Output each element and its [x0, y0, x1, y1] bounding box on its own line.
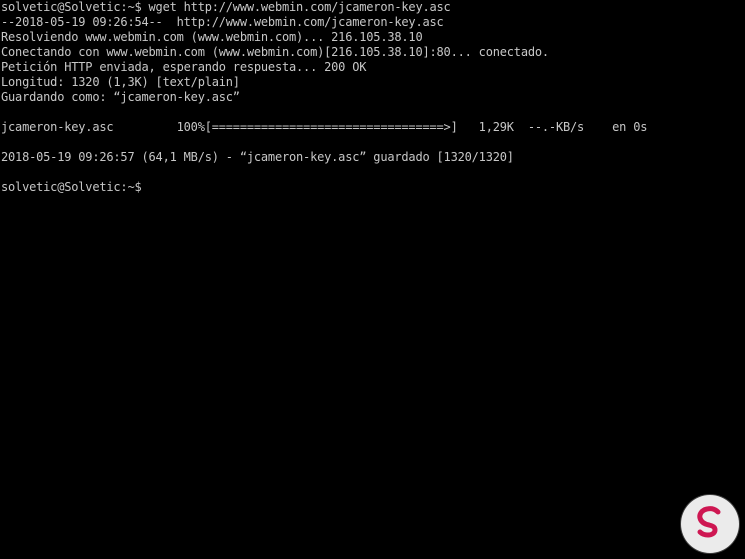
terminal-line: --2018-05-19 09:26:54-- http://www.webmi… [1, 15, 444, 29]
terminal-line: Conectando con www.webmin.com (www.webmi… [1, 45, 549, 59]
terminal-line: Longitud: 1320 (1,3K) [text/plain] [1, 75, 240, 89]
terminal-window[interactable]: solvetic@Solvetic:~$ wget http://www.web… [0, 0, 745, 559]
terminal-output: solvetic@Solvetic:~$ wget http://www.web… [1, 0, 647, 195]
terminal-line: Guardando como: “jcameron-key.asc” [1, 90, 240, 104]
prompt-text: solvetic@Solvetic:~$ [1, 180, 149, 194]
download-progress-line: jcameron-key.asc 100%[==================… [1, 120, 648, 134]
download-complete-line: 2018-05-19 09:26:57 (64,1 MB/s) - “jcame… [1, 150, 514, 164]
solvetic-s-logo-icon [681, 495, 739, 553]
terminal-line: Resolviendo www.webmin.com (www.webmin.c… [1, 30, 423, 44]
terminal-line: Petición HTTP enviada, esperando respues… [1, 60, 367, 74]
terminal-line: solvetic@Solvetic:~$ wget http://www.web… [1, 0, 451, 14]
text-cursor [149, 180, 156, 193]
shell-prompt[interactable]: solvetic@Solvetic:~$ [1, 180, 647, 195]
